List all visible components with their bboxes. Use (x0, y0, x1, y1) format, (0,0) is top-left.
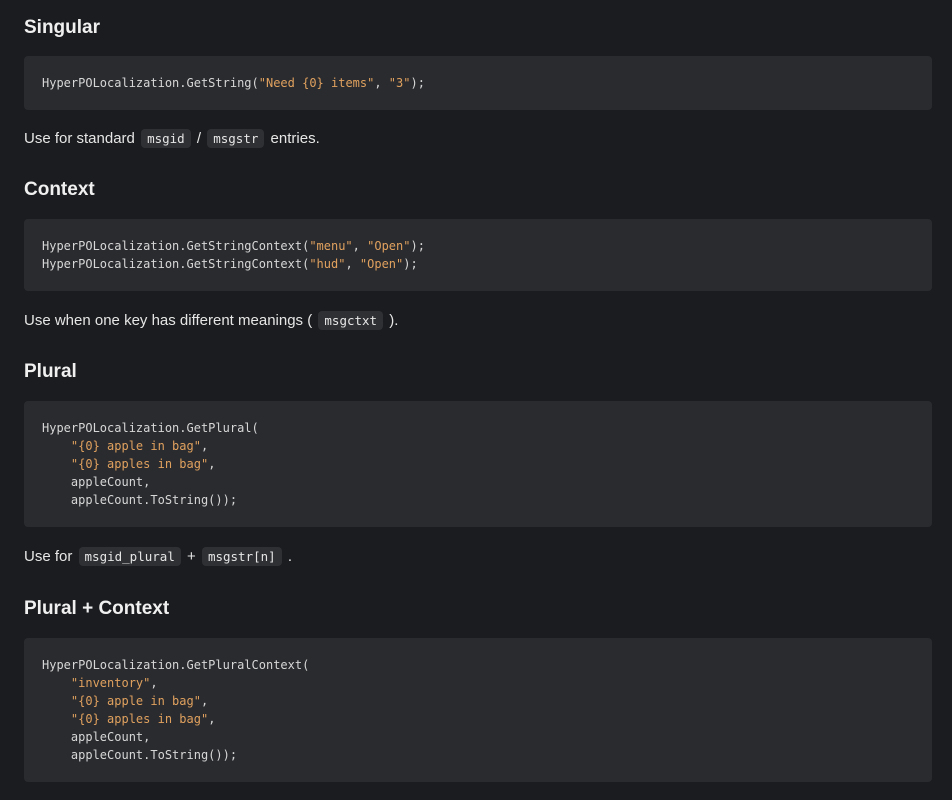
desc-text: . (287, 548, 293, 565)
code-token: , (150, 676, 158, 690)
code-line: appleCount, (42, 473, 914, 491)
desc-singular: Use for standard msgid / msgstr entries. (24, 127, 320, 151)
inline-code-msgctxt: msgctxt (318, 311, 384, 330)
code-token: appleCount, (42, 730, 151, 744)
code-line: HyperPOLocalization.GetStringContext("me… (42, 237, 914, 255)
desc-text: Use for (24, 548, 73, 565)
code-string: "{0} apple in bag" (70, 694, 201, 708)
code-token: appleCount.ToString()); (42, 493, 238, 507)
code-token: , (345, 257, 360, 271)
code-string: "Open" (359, 257, 404, 271)
code-token: , (208, 712, 216, 726)
code-token: HyperPOLocalization.GetString( (42, 76, 259, 90)
code-line: "{0} apples in bag", (42, 455, 914, 473)
code-token: ); (410, 76, 425, 90)
code-block-plural-context[interactable]: HyperPOLocalization.GetPluralContext( "i… (24, 638, 932, 782)
code-string: "menu" (309, 239, 353, 253)
code-token: , (374, 76, 389, 90)
desc-plural: Use for msgid_plural + msgstr[n] . (24, 545, 292, 569)
code-line: HyperPOLocalization.GetStringContext("hu… (42, 255, 914, 273)
code-token: , (200, 439, 209, 453)
code-string: "Need {0} items" (258, 76, 375, 90)
code-token: appleCount, (42, 475, 151, 489)
inline-code-msgid: msgid (141, 129, 191, 148)
desc-text: entries. (270, 130, 320, 147)
code-line: "{0} apple in bag", (42, 692, 914, 710)
code-string: "{0} apples in bag" (70, 712, 209, 726)
code-string: "{0} apple in bag" (70, 439, 201, 453)
desc-separator: / (196, 130, 202, 147)
code-token: ); (403, 257, 418, 271)
code-token: HyperPOLocalization.GetPluralContext( (42, 658, 310, 672)
code-token: ); (410, 239, 425, 253)
code-string: "inventory" (70, 676, 151, 690)
desc-text: ). (389, 312, 399, 329)
desc-separator: + (187, 548, 196, 565)
heading-plural: Plural (24, 361, 77, 382)
code-block-context[interactable]: HyperPOLocalization.GetStringContext("me… (24, 219, 932, 291)
inline-code-msgstr-n: msgstr[n] (201, 547, 282, 566)
desc-text: Use for standard (24, 130, 135, 147)
inline-code-msgid-plural: msgid_plural (78, 547, 181, 566)
code-token: HyperPOLocalization.GetStringContext( (42, 239, 310, 253)
code-string: "Open" (367, 239, 411, 253)
heading-plural-context: Plural + Context (24, 598, 170, 619)
code-string: "3" (388, 76, 411, 90)
code-line: appleCount, (42, 728, 914, 746)
code-block-singular[interactable]: HyperPOLocalization.GetString("Need {0} … (24, 56, 932, 110)
code-line: appleCount.ToString()); (42, 491, 914, 509)
code-line: "inventory", (42, 674, 914, 692)
desc-text: Use when one key has different meanings … (24, 312, 313, 329)
code-line: HyperPOLocalization.GetPluralContext( (42, 656, 914, 674)
desc-context: Use when one key has different meanings … (24, 309, 398, 333)
heading-context: Context (24, 179, 95, 200)
code-line: HyperPOLocalization.GetString("Need {0} … (42, 74, 914, 92)
code-line: "{0} apples in bag", (42, 710, 914, 728)
code-line: appleCount.ToString()); (42, 746, 914, 764)
code-token: HyperPOLocalization.GetPlural( (42, 421, 259, 435)
code-block-plural[interactable]: HyperPOLocalization.GetPlural( "{0} appl… (24, 401, 932, 527)
code-token: appleCount.ToString()); (42, 748, 238, 762)
code-string: "hud" (309, 257, 346, 271)
inline-code-msgstr: msgstr (207, 129, 265, 148)
code-line: HyperPOLocalization.GetPlural( (42, 419, 914, 437)
heading-singular: Singular (24, 17, 101, 38)
code-string: "{0} apples in bag" (70, 457, 209, 471)
code-token: HyperPOLocalization.GetStringContext( (42, 257, 310, 271)
code-line: "{0} apple in bag", (42, 437, 914, 455)
code-token: , (352, 239, 368, 253)
code-token: , (200, 694, 209, 708)
code-token: , (208, 457, 216, 471)
